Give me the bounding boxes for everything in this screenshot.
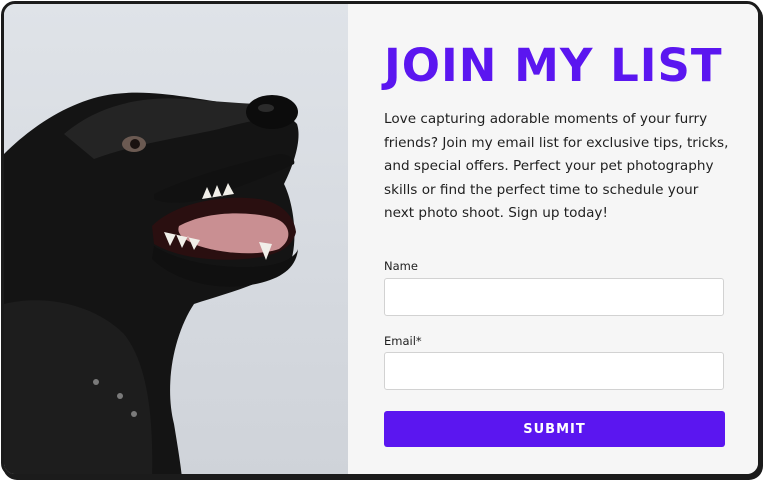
dog-photo — [4, 4, 348, 474]
intro-text: Love capturing adorable moments of your … — [384, 111, 729, 221]
email-field[interactable] — [384, 352, 724, 390]
email-label: Email* — [384, 334, 422, 348]
name-field[interactable] — [384, 278, 724, 316]
name-label: Name — [384, 259, 418, 273]
submit-button[interactable]: SUBMIT — [384, 411, 725, 447]
dog-nose — [246, 95, 298, 129]
signup-form: JOIN MY LIST Love capturing adorable mom… — [348, 4, 758, 474]
page-title: JOIN MY LIST — [384, 39, 723, 92]
signup-card: JOIN MY LIST Love capturing adorable mom… — [1, 1, 761, 477]
